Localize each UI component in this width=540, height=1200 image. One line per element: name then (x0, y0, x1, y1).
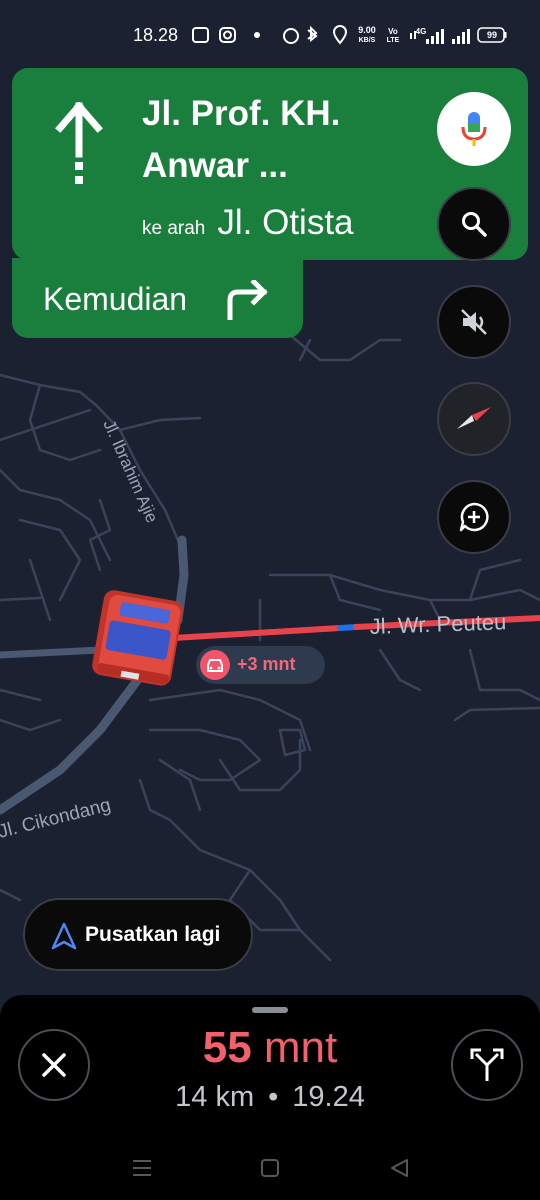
dot-icon (254, 32, 260, 38)
alarm-icon (283, 28, 299, 44)
recent-apps-icon[interactable] (132, 1159, 152, 1177)
voice-search-button[interactable] (437, 92, 511, 166)
navigation-arrow-icon (51, 922, 77, 950)
traffic-car-icon (200, 650, 230, 680)
toward-prefix: ke arah (142, 218, 206, 239)
maneuver-street-name: Jl. Prof. KH. Anwar ... (142, 94, 341, 185)
turn-right-icon (227, 280, 268, 320)
volte-bottom: LTE (386, 37, 400, 44)
route-fork-icon (470, 1048, 504, 1081)
duration-unit: mnt (263, 1023, 338, 1072)
recenter-label: Pusatkan lagi (85, 923, 221, 946)
compass-button[interactable] (437, 382, 511, 456)
signal-icon (426, 29, 470, 44)
back-icon[interactable] (389, 1158, 409, 1178)
trip-details: 14 km • 19.24 (120, 1081, 420, 1114)
net-speed-unit: KB/S (358, 37, 376, 44)
toward-street: Jl. Otista (217, 203, 354, 242)
location-icon (332, 25, 348, 45)
mute-button[interactable] (437, 285, 511, 359)
straight-arrow-icon (55, 102, 103, 184)
microphone-icon (461, 112, 487, 146)
toward-direction: ke arah Jl. Otista (142, 203, 354, 247)
alternate-routes-button[interactable] (451, 1029, 523, 1101)
exit-navigation-button[interactable] (18, 1029, 90, 1101)
instagram-icon (219, 27, 236, 43)
battery-level: 99 (486, 30, 497, 40)
street-label-wr-peuteu: Jl. Wr. Peuteu (369, 609, 506, 639)
report-incident-button[interactable] (437, 480, 511, 554)
separator-dot: • (268, 1081, 279, 1113)
recenter-button[interactable]: Pusatkan lagi (23, 898, 253, 971)
network-type: 4G (415, 27, 427, 36)
compass-icon (457, 407, 491, 429)
duration-value: 55 (202, 1023, 252, 1072)
close-icon (42, 1053, 66, 1077)
home-icon[interactable] (260, 1158, 280, 1178)
trip-duration: 55 mnt (120, 1023, 420, 1073)
next-maneuver-card[interactable]: Kemudian (12, 258, 303, 338)
net-speed-value: 9.00 (358, 25, 376, 35)
trip-distance: 14 km (175, 1081, 255, 1113)
volume-off-icon (461, 309, 487, 335)
car-location-marker (92, 590, 183, 686)
system-navigation-bar (0, 1140, 540, 1200)
traffic-delay-text: +3 mnt (237, 654, 296, 674)
search-icon (462, 212, 487, 237)
bluetooth-icon (307, 25, 318, 43)
then-label: Kemudian (43, 281, 188, 317)
status-time: 18.28 (133, 25, 179, 45)
search-button[interactable] (437, 187, 511, 261)
traffic-delay-chip[interactable]: +3 mnt (196, 646, 325, 684)
add-report-icon (459, 502, 489, 532)
arrival-time: 19.24 (292, 1081, 365, 1113)
sheet-drag-handle[interactable] (252, 1007, 288, 1013)
capcut-icon (192, 27, 209, 43)
status-bar: 18.28 9.00 KB/S Vo LTE 4G 99 (0, 0, 540, 70)
volte-top: Vo (388, 27, 398, 36)
